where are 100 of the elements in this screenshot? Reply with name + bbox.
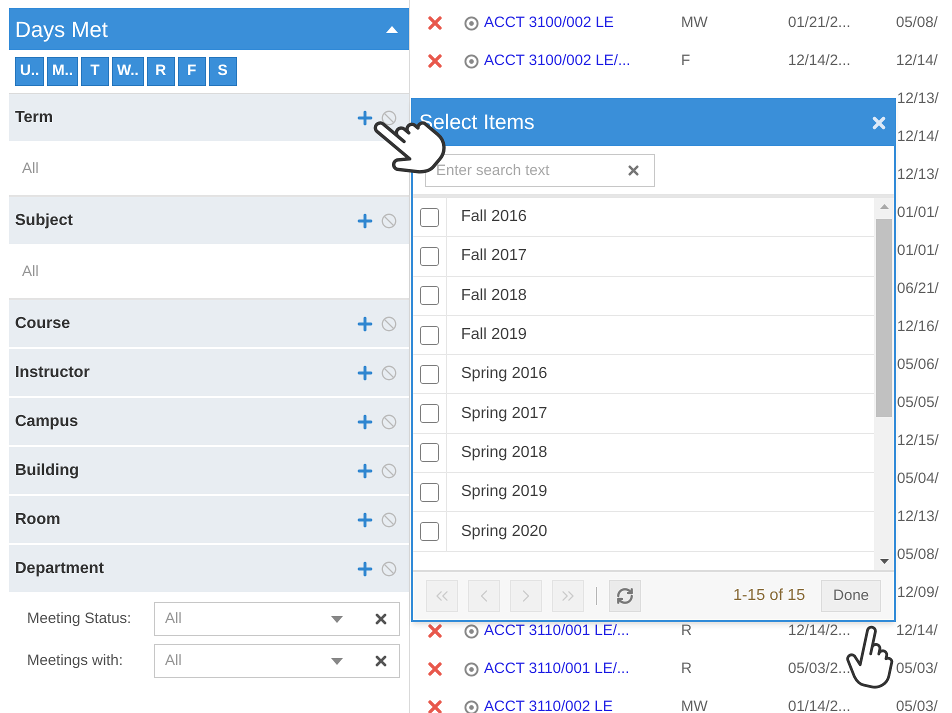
item-label: Spring 2020 bbox=[461, 522, 548, 542]
filter-section-header[interactable]: Department bbox=[9, 545, 409, 594]
add-icon[interactable] bbox=[355, 510, 375, 530]
radio-icon[interactable] bbox=[464, 700, 479, 713]
end-date-cell-text: 12/16/ bbox=[897, 316, 939, 337]
end-date-cell-text: 12/15/ bbox=[897, 430, 939, 451]
dropdown-label: Meetings with: bbox=[26, 651, 124, 671]
end-date-cell-text: 12/14/ bbox=[897, 126, 939, 147]
scroll-up-icon[interactable] bbox=[880, 204, 888, 209]
section-label: Subject bbox=[15, 210, 74, 230]
radio-icon[interactable] bbox=[464, 624, 479, 638]
end-date-cell-text: 01/01/ bbox=[897, 202, 939, 223]
end-date-cell-text: 05/05/ bbox=[897, 392, 939, 413]
end-date-cell-text: 05/03/ bbox=[896, 658, 938, 679]
section-label: Building bbox=[15, 460, 80, 480]
add-icon[interactable] bbox=[355, 460, 375, 480]
section-label: Course bbox=[15, 314, 72, 334]
refresh-icon bbox=[616, 587, 634, 605]
list-item[interactable]: Fall 2017 bbox=[413, 237, 874, 277]
collapse-icon[interactable] bbox=[385, 24, 399, 34]
section-label: Department bbox=[15, 558, 105, 578]
section-label: Term bbox=[15, 108, 54, 128]
filter-section-header[interactable]: Course bbox=[9, 300, 409, 349]
checkbox[interactable] bbox=[420, 522, 439, 542]
end-date-cell-text: 05/08/ bbox=[897, 544, 939, 565]
add-icon[interactable] bbox=[355, 412, 375, 432]
scrollbar[interactable] bbox=[874, 198, 894, 570]
course-link[interactable]: ACCT 3110/001 LE/... bbox=[484, 620, 681, 642]
section-label: Instructor bbox=[15, 362, 91, 382]
checkbox[interactable] bbox=[420, 246, 439, 266]
item-label: Spring 2018 bbox=[461, 442, 548, 463]
checkbox[interactable] bbox=[420, 364, 439, 384]
section-value: All bbox=[22, 158, 39, 179]
radio-icon[interactable] bbox=[464, 16, 479, 30]
course-link[interactable]: ACCT 3110/002 LE bbox=[484, 696, 681, 713]
caret-icon bbox=[331, 616, 343, 622]
filter-section-header[interactable]: Room bbox=[9, 496, 409, 545]
page-range: 1-15 of 15 bbox=[733, 586, 806, 606]
close-icon[interactable] bbox=[870, 114, 888, 132]
caret-icon bbox=[331, 658, 343, 664]
add-icon[interactable] bbox=[355, 558, 375, 578]
list-item[interactable]: Fall 2018 bbox=[413, 276, 874, 316]
checkbox[interactable] bbox=[420, 208, 439, 227]
start-date-cell-text: 12/14/2... bbox=[788, 50, 852, 71]
end-date-cell-text: 05/08/ bbox=[896, 12, 938, 33]
course-link[interactable]: ACCT 3100/002 LE bbox=[484, 12, 681, 34]
checkbox[interactable] bbox=[420, 326, 439, 345]
end-date-cell-text: 01/01/ bbox=[897, 240, 939, 261]
item-label: Fall 2018 bbox=[461, 286, 527, 306]
list-item[interactable]: Spring 2016 bbox=[413, 355, 874, 394]
list-item[interactable]: Fall 2019 bbox=[413, 316, 874, 356]
filter-section-header[interactable]: Campus bbox=[9, 398, 409, 447]
end-date-cell-text: 12/13/ bbox=[897, 506, 939, 527]
clear-icon[interactable] bbox=[373, 611, 389, 627]
checkbox[interactable] bbox=[420, 404, 439, 424]
radio-icon[interactable] bbox=[464, 662, 479, 676]
start-date-cell-text: 05/03/2... bbox=[788, 658, 852, 679]
days-cell-text: F bbox=[681, 50, 692, 71]
radio-icon[interactable] bbox=[464, 54, 479, 68]
end-date-cell-text: 12/09/ bbox=[897, 582, 939, 603]
item-label: Spring 2016 bbox=[461, 364, 548, 384]
section-value: All bbox=[22, 262, 39, 282]
end-date-cell-text: 05/03/ bbox=[896, 696, 938, 713]
scroll-down-icon[interactable] bbox=[880, 559, 888, 564]
clear-icon[interactable] bbox=[373, 653, 389, 669]
item-label: Spring 2019 bbox=[461, 482, 548, 502]
list-item[interactable]: Spring 2019 bbox=[413, 473, 874, 512]
add-icon[interactable] bbox=[355, 362, 375, 382]
section-label: Campus bbox=[15, 412, 80, 432]
checkbox[interactable] bbox=[420, 286, 439, 306]
add-icon[interactable] bbox=[355, 314, 375, 334]
add-icon[interactable] bbox=[355, 108, 375, 128]
filter-section-header[interactable]: Term bbox=[9, 94, 409, 143]
done-button[interactable]: Done bbox=[821, 580, 881, 612]
days-cell-text: R bbox=[681, 658, 693, 679]
start-date-cell-text: 01/14/2... bbox=[788, 696, 852, 713]
list-item[interactable]: Spring 2020 bbox=[413, 512, 874, 552]
course-link[interactable]: ACCT 3110/001 LE/... bbox=[484, 658, 681, 680]
checkbox[interactable] bbox=[420, 443, 439, 462]
list-item[interactable]: Spring 2017 bbox=[413, 394, 874, 434]
item-label: Spring 2017 bbox=[461, 404, 548, 424]
course-link[interactable]: ACCT 3100/002 LE/... bbox=[484, 50, 681, 72]
checkbox[interactable] bbox=[420, 482, 439, 502]
filter-section-header[interactable]: Instructor bbox=[9, 349, 409, 398]
refresh-button[interactable] bbox=[609, 580, 641, 612]
start-date-cell-text: 01/21/2... bbox=[788, 12, 852, 33]
search-field[interactable]: Enter search text bbox=[425, 154, 655, 186]
item-label: Fall 2016 bbox=[461, 207, 527, 228]
start-date-cell-text: 12/14/2... bbox=[788, 620, 852, 641]
days-cell-text: MW bbox=[681, 12, 709, 33]
list-item[interactable]: Spring 2018 bbox=[413, 434, 874, 474]
end-date-cell-text: 12/14/ bbox=[896, 620, 938, 641]
filter-section-header[interactable]: Building bbox=[9, 447, 409, 496]
list-item[interactable]: Fall 2016 bbox=[413, 198, 874, 238]
dropdown-label: Meeting Status: bbox=[26, 609, 132, 629]
end-date-cell-text: 12/13/ bbox=[897, 164, 939, 185]
clear-icon[interactable] bbox=[381, 110, 397, 126]
add-icon[interactable] bbox=[355, 210, 375, 230]
end-date-cell-text: 12/14/ bbox=[896, 50, 938, 71]
filter-section-header[interactable]: Subject bbox=[9, 197, 409, 246]
